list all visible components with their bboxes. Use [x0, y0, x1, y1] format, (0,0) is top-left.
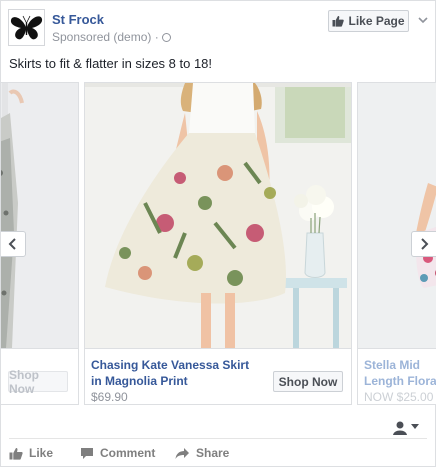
page-name-link[interactable]: St Frock: [52, 12, 104, 27]
globe-icon: [161, 32, 171, 42]
comment-label: Comment: [100, 446, 156, 460]
post-message: Skirts to fit & flatter in sizes 8 to 18…: [9, 56, 213, 71]
carousel-next-button[interactable]: [411, 231, 436, 257]
card-info: Shop Now: [1, 348, 78, 404]
caret-down-icon: [411, 424, 419, 429]
like-button[interactable]: Like: [9, 446, 69, 460]
card-info: Chasing Kate Vanessa Skirt in Magnolia P…: [85, 348, 351, 404]
carousel-card-current[interactable]: Chasing Kate Vanessa Skirt in Magnolia P…: [84, 82, 352, 405]
share-arrow-icon: [175, 447, 189, 459]
like-page-label: Like Page: [348, 14, 405, 28]
user-avatar-icon: [392, 419, 408, 435]
divider: [9, 438, 427, 439]
comment-icon: [81, 447, 93, 459]
product-image: [358, 83, 436, 348]
card-info: Stella Mid Length Floral NOW $25.00: [358, 348, 436, 404]
sponsored-text: Sponsored (demo) ·: [52, 30, 159, 44]
chevron-left-icon: [8, 238, 16, 250]
share-button[interactable]: Share: [175, 446, 245, 460]
thumbs-up-icon: [9, 447, 23, 460]
chevron-down-icon[interactable]: [417, 15, 429, 25]
product-title-link[interactable]: Stella Mid Length Floral: [364, 357, 436, 389]
like-label: Like: [29, 446, 54, 460]
chevron-right-icon: [421, 238, 429, 250]
shop-now-button[interactable]: Shop Now: [273, 371, 343, 392]
sponsored-label: Sponsored (demo) ·: [52, 30, 171, 44]
product-carousel: Shop Now Chasing Kate Vanessa Skirt in M…: [1, 82, 436, 408]
comment-button[interactable]: Comment: [80, 446, 170, 460]
product-image: [1, 83, 78, 348]
butterfly-logo-icon: [10, 15, 43, 40]
product-image: [85, 83, 351, 348]
page-avatar[interactable]: [8, 9, 45, 46]
shop-now-button[interactable]: Shop Now: [8, 368, 68, 396]
product-price: $69.90: [91, 390, 128, 404]
share-label: Share: [196, 446, 230, 460]
audience-selector[interactable]: [392, 419, 419, 435]
product-price: NOW $25.00: [364, 390, 434, 404]
like-page-button[interactable]: Like Page: [328, 10, 409, 32]
sponsored-post: St Frock Sponsored (demo) · Like Page Sk…: [0, 0, 436, 467]
thumbs-up-icon: [332, 15, 345, 27]
carousel-prev-button[interactable]: [1, 231, 26, 257]
product-title-link[interactable]: Chasing Kate Vanessa Skirt in Magnolia P…: [91, 357, 261, 389]
